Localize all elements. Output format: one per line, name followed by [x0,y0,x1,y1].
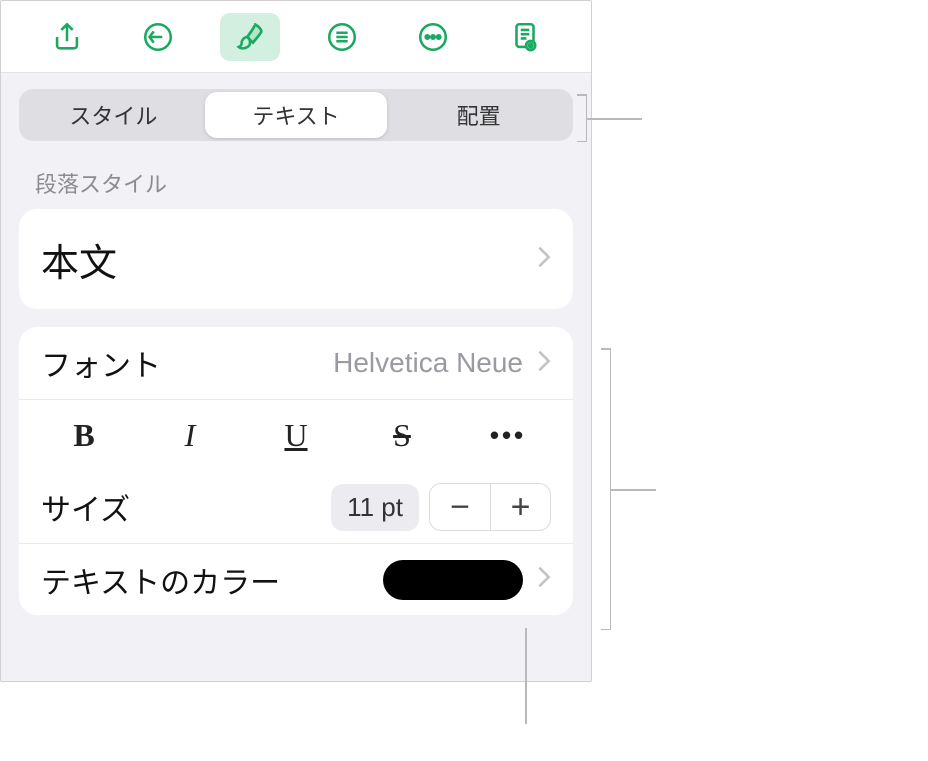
underline-button[interactable]: U [243,400,349,471]
tab-text[interactable]: テキスト [205,92,388,138]
paragraph-style-label: 段落スタイル [1,153,591,209]
tab-arrange[interactable]: 配置 [387,92,570,138]
brush-icon [233,20,267,54]
font-style-row: B I U S ••• [19,399,573,471]
color-swatch[interactable] [383,560,523,600]
size-decrease-button[interactable]: − [430,484,490,530]
font-label: フォント [41,341,161,385]
size-value-button[interactable]: 11 pt [331,484,419,531]
more-styles-button[interactable]: ••• [455,400,561,471]
size-stepper: − + [429,483,551,531]
tabs-container: スタイル テキスト 配置 [1,73,591,153]
document-view-icon [508,20,542,54]
toolbar [1,1,591,73]
font-value: Helvetica Neue [333,347,523,379]
callout-line [586,118,642,120]
font-row[interactable]: フォント Helvetica Neue [19,327,573,399]
paragraph-button[interactable] [312,13,372,61]
chevron-right-icon [537,565,551,594]
text-color-row[interactable]: テキストのカラー [19,543,573,615]
paragraph-style-value: 本文 [41,232,117,287]
size-increase-button[interactable]: + [490,484,550,530]
bold-button[interactable]: B [31,400,137,471]
format-button[interactable] [220,13,280,61]
text-color-label: テキストのカラー [41,558,280,602]
undo-icon [141,20,175,54]
share-icon [50,20,84,54]
size-row: サイズ 11 pt − + [19,471,573,543]
chevron-right-icon [537,349,551,378]
format-panel: スタイル テキスト 配置 段落スタイル 本文 フォント Helvetica Ne… [0,0,592,682]
italic-button[interactable]: I [137,400,243,471]
document-view-button[interactable] [495,13,555,61]
list-icon [325,20,359,54]
chevron-right-icon [537,245,551,274]
size-label: サイズ [41,485,130,529]
more-icon [416,20,450,54]
text-format-card: フォント Helvetica Neue B I U S ••• サイズ 11 p… [19,327,573,615]
callout-line [610,489,656,491]
tab-style[interactable]: スタイル [22,92,205,138]
more-button[interactable] [403,13,463,61]
paragraph-style-card: 本文 [19,209,573,309]
tabs: スタイル テキスト 配置 [19,89,573,141]
share-button[interactable] [37,13,97,61]
undo-button[interactable] [128,13,188,61]
callout-line [525,628,527,724]
strikethrough-button[interactable]: S [349,400,455,471]
paragraph-style-row[interactable]: 本文 [19,209,573,309]
